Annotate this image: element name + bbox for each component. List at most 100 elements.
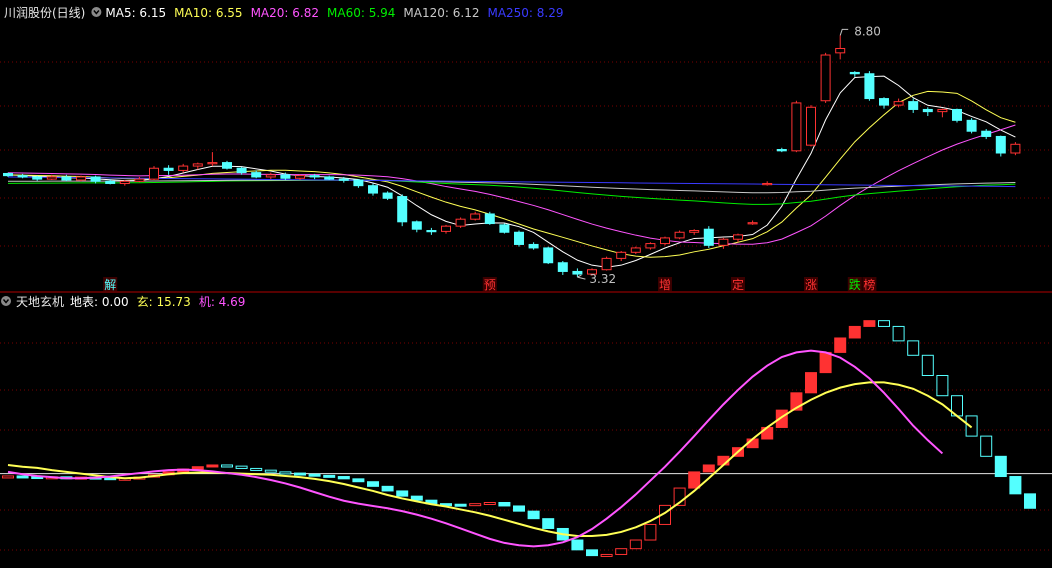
- candle[interactable]: [791, 102, 802, 152]
- indicator-bar[interactable]: [805, 372, 817, 394]
- indicator-bar[interactable]: [965, 415, 978, 437]
- candle[interactable]: [806, 106, 816, 146]
- candle[interactable]: [309, 175, 320, 178]
- candle[interactable]: [484, 213, 495, 225]
- indicator-bar[interactable]: [878, 320, 890, 327]
- candle[interactable]: [849, 71, 860, 75]
- candle[interactable]: [134, 178, 145, 182]
- indicator-bar[interactable]: [294, 472, 306, 476]
- candle[interactable]: [879, 98, 889, 106]
- candle[interactable]: [601, 257, 612, 271]
- indicator-bar[interactable]: [264, 469, 277, 473]
- candle[interactable]: [178, 165, 189, 171]
- candle[interactable]: [660, 237, 670, 245]
- candle[interactable]: [338, 178, 349, 181]
- candle[interactable]: [46, 176, 57, 180]
- signal-marker[interactable]: 榜: [863, 277, 875, 292]
- candle[interactable]: [733, 234, 743, 240]
- candle[interactable]: [163, 167, 174, 171]
- indicator-bar[interactable]: [498, 502, 511, 507]
- indicator-bar[interactable]: [396, 490, 409, 497]
- signal-marker[interactable]: 定: [732, 277, 744, 292]
- chevron-down-icon[interactable]: [91, 7, 102, 17]
- indicator-bar[interactable]: [644, 523, 657, 541]
- candle[interactable]: [689, 230, 700, 233]
- indicator-bar[interactable]: [527, 510, 540, 520]
- candle[interactable]: [776, 149, 787, 152]
- candle[interactable]: [762, 182, 773, 186]
- indicator-bar[interactable]: [352, 478, 365, 483]
- indicator-bar[interactable]: [308, 473, 321, 477]
- candle[interactable]: [820, 54, 831, 102]
- indicator-bar[interactable]: [921, 354, 934, 376]
- signal-marker[interactable]: 涨: [805, 277, 817, 292]
- indicator-bar[interactable]: [483, 502, 496, 505]
- indicator-bar[interactable]: [863, 320, 876, 327]
- candle[interactable]: [514, 231, 524, 245]
- signal-marker[interactable]: 预: [484, 278, 496, 292]
- indicator-bar[interactable]: [381, 485, 394, 492]
- indicator-bar[interactable]: [994, 455, 1007, 478]
- candle[interactable]: [353, 179, 364, 187]
- candle[interactable]: [718, 238, 729, 246]
- candle[interactable]: [966, 119, 977, 132]
- candle[interactable]: [630, 247, 641, 253]
- candle[interactable]: [61, 176, 72, 181]
- indicator-bar[interactable]: [191, 466, 204, 470]
- indicator-bar[interactable]: [250, 467, 263, 471]
- candle[interactable]: [411, 221, 422, 230]
- signal-marker[interactable]: 解: [104, 278, 116, 292]
- indicator-bar[interactable]: [221, 464, 233, 468]
- candle[interactable]: [937, 108, 948, 113]
- indicator-bar[interactable]: [1024, 493, 1036, 509]
- indicator-bar[interactable]: [629, 539, 642, 550]
- indicator-bar[interactable]: [615, 548, 628, 555]
- candle[interactable]: [747, 222, 758, 225]
- indicator-bar[interactable]: [206, 464, 219, 468]
- indicator-bar[interactable]: [892, 325, 905, 342]
- candle[interactable]: [499, 224, 510, 233]
- candle[interactable]: [572, 270, 583, 275]
- indicator-bar[interactable]: [2, 475, 14, 479]
- candle[interactable]: [426, 230, 437, 233]
- indicator-bar[interactable]: [571, 539, 584, 551]
- indicator-bar[interactable]: [469, 503, 482, 507]
- indicator-bar[interactable]: [834, 337, 847, 353]
- candle[interactable]: [441, 225, 451, 232]
- indicator-bar[interactable]: [279, 471, 292, 475]
- candle[interactable]: [3, 172, 13, 177]
- indicator-bar[interactable]: [367, 481, 379, 487]
- candle[interactable]: [908, 101, 919, 110]
- indicator-bar[interactable]: [235, 465, 248, 469]
- candle[interactable]: [192, 163, 203, 167]
- indicator-bar[interactable]: [513, 505, 525, 512]
- candle[interactable]: [470, 213, 481, 220]
- candle[interactable]: [280, 174, 291, 179]
- candle[interactable]: [528, 243, 539, 249]
- candle[interactable]: [222, 162, 232, 169]
- candle[interactable]: [265, 174, 276, 178]
- indicator-bar[interactable]: [542, 518, 555, 529]
- candle[interactable]: [835, 47, 846, 54]
- candle[interactable]: [703, 228, 714, 246]
- candle[interactable]: [368, 185, 378, 194]
- candle[interactable]: [149, 167, 159, 180]
- candlestick-series[interactable]: [3, 35, 1021, 278]
- candle[interactable]: [981, 130, 992, 137]
- candle[interactable]: [645, 243, 656, 249]
- candle[interactable]: [90, 176, 101, 182]
- candle[interactable]: [543, 247, 554, 264]
- indicator-bar[interactable]: [848, 325, 861, 339]
- candle[interactable]: [893, 101, 904, 106]
- indicator-bar[interactable]: [761, 426, 774, 440]
- indicator-bar[interactable]: [600, 553, 613, 557]
- candle[interactable]: [382, 192, 393, 199]
- signal-marker[interactable]: 增: [659, 278, 671, 292]
- candle[interactable]: [455, 218, 466, 227]
- candle[interactable]: [119, 180, 130, 184]
- indicator-bar[interactable]: [16, 475, 29, 479]
- indicator-bar[interactable]: [936, 375, 949, 397]
- indicator-bar[interactable]: [702, 464, 715, 473]
- candle[interactable]: [922, 108, 933, 113]
- candle[interactable]: [251, 172, 262, 178]
